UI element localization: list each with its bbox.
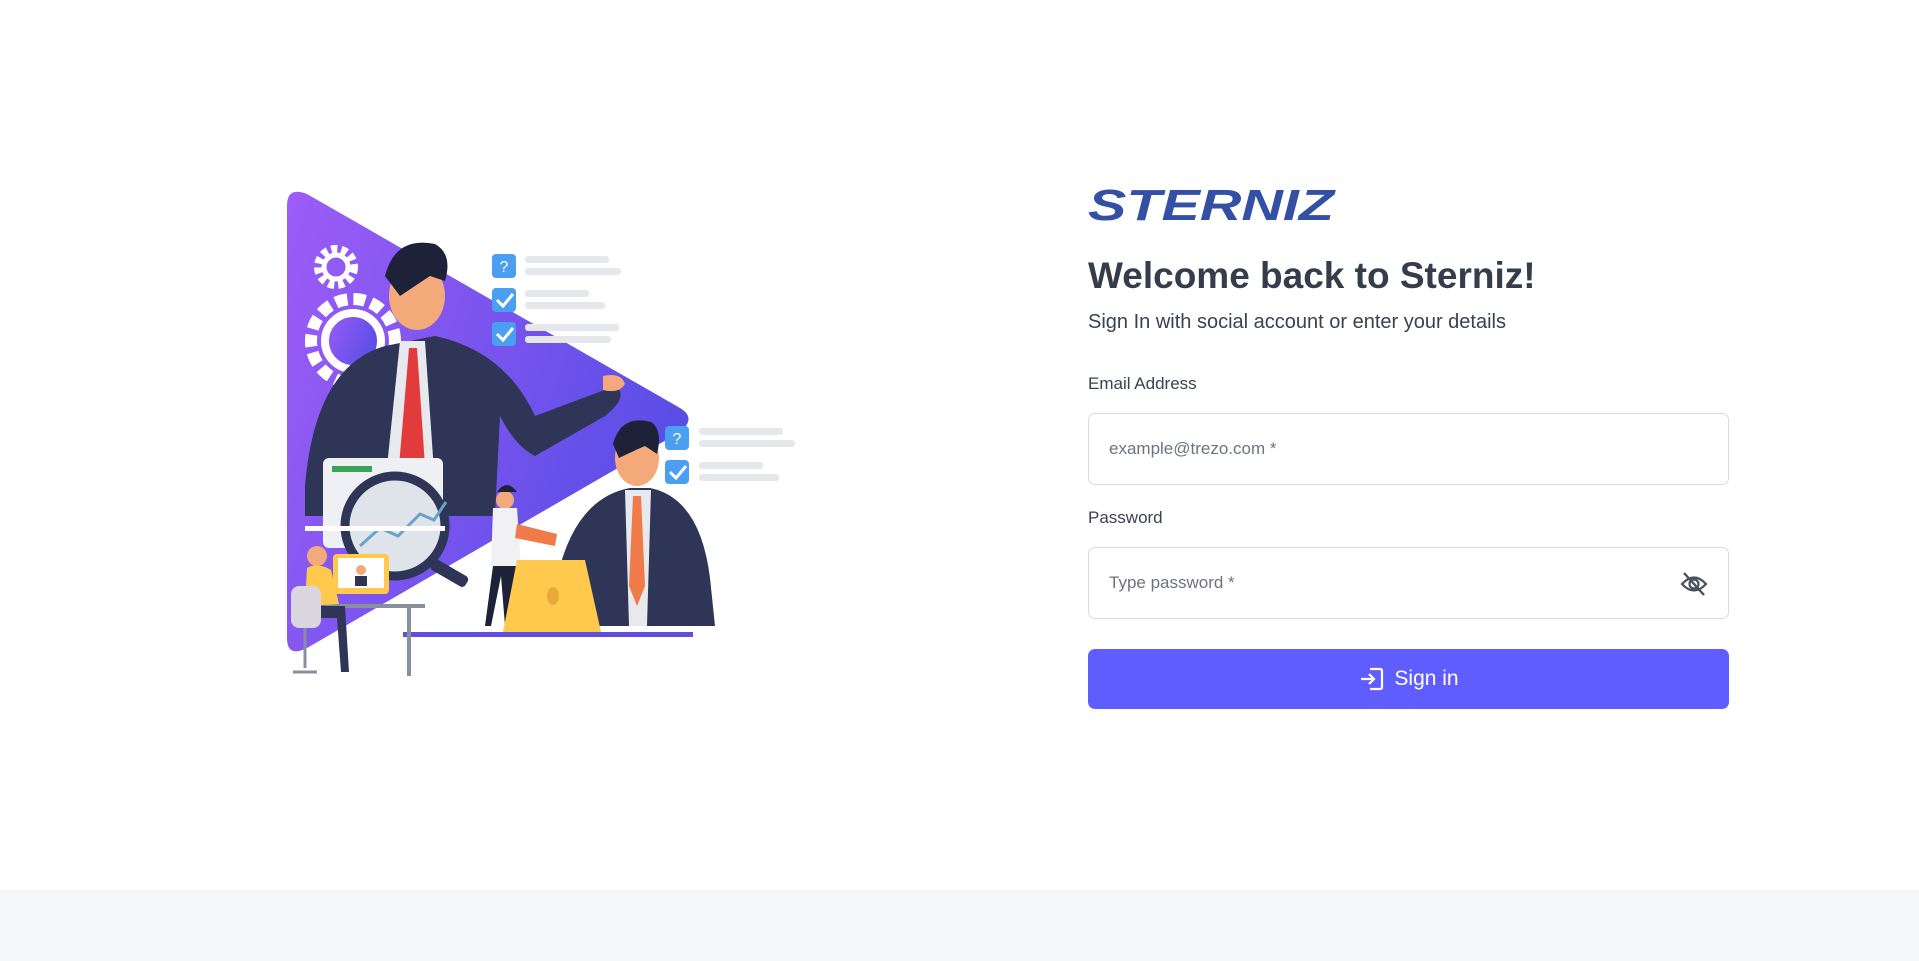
svg-text:?: ? — [673, 431, 682, 448]
eye-off-icon[interactable] — [1680, 571, 1708, 597]
password-label: Password — [1088, 507, 1163, 527]
page-title: Welcome back to Sterniz! — [1088, 255, 1536, 296]
email-field-container — [1088, 412, 1729, 485]
signin-button-label: Sign in — [1394, 666, 1459, 690]
password-input[interactable] — [1089, 547, 1728, 618]
page-subtitle: Sign In with social account or enter you… — [1088, 310, 1506, 333]
email-label: Email Address — [1088, 373, 1197, 393]
svg-text:STERNIZ: STERNIZ — [1088, 186, 1337, 226]
footer-band — [0, 890, 1919, 961]
signin-panel: STERNIZ Welcome back to Sterniz! Sign In… — [1088, 186, 1729, 709]
email-input[interactable] — [1089, 413, 1728, 484]
sterniz-logo: STERNIZ — [1088, 186, 1729, 226]
password-field-container — [1088, 546, 1729, 619]
login-icon — [1358, 666, 1384, 692]
svg-text:?: ? — [500, 259, 509, 276]
hero-illustration: ? ? — [285, 186, 805, 682]
signin-button[interactable]: Sign in — [1088, 648, 1729, 709]
